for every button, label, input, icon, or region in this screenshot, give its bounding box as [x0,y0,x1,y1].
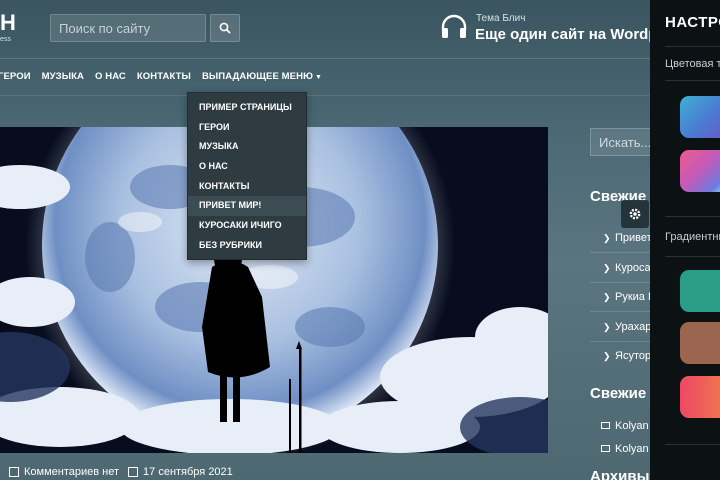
caret-down-icon: ▼ [314,74,322,81]
comment-icon [9,467,19,477]
nav-divider [0,95,660,96]
dropdown-menu: Пример страницы Герои Музыка О нас Конта… [187,92,307,260]
nav-item-heroes[interactable]: Герои [0,71,42,82]
search-input[interactable] [50,14,206,42]
sidebar-divider [590,252,652,253]
settings-toggle-button[interactable] [621,200,649,228]
nav-dropdown-label: Выпадающее меню [201,71,313,82]
nav-item-about[interactable]: О нас [95,71,137,82]
comment-icon [601,422,610,429]
recent-comment-author: Kolyan [615,420,649,432]
site-tagline: Тема Блич [476,13,526,24]
dropdown-item-music[interactable]: Музыка [188,137,306,157]
nav-item-music[interactable]: Музыка [42,71,95,82]
color-swatch-brown[interactable] [680,322,720,364]
sidebar-divider [590,341,652,342]
color-scheme-label: Цветовая тема [665,58,720,70]
gear-icon [629,208,641,220]
dropdown-item-sample-page[interactable]: Пример страницы [188,98,306,118]
logo-mark: H [0,10,16,35]
search-icon [219,22,231,34]
dropdown-item-hello-world[interactable]: Привет мир! [188,196,306,217]
post-comments[interactable]: Комментариев нет [24,466,119,478]
settings-title: НАСТРОЙКИ [665,14,720,31]
nav-item-contacts[interactable]: Контакты [137,71,202,82]
color-swatch-pink[interactable] [680,150,720,192]
sidebar-divider [590,282,652,283]
dropdown-item-about[interactable]: О нас [188,157,306,177]
search-button[interactable] [210,14,240,42]
color-swatch-red[interactable] [680,376,720,418]
recent-comment-item[interactable]: Kolyan [601,420,649,432]
chevron-right-icon: ❯ [603,233,611,243]
panel-divider [665,444,720,445]
panel-divider [665,46,720,47]
recent-comment-item[interactable]: Kolyan [601,443,649,455]
chevron-right-icon: ❯ [603,263,611,273]
panel-divider [665,80,720,81]
headphones-icon [441,14,467,38]
panel-divider [665,256,720,257]
site-logo[interactable]: H ess [0,10,20,44]
settings-panel: НАСТРОЙКИ Цветовая тема Градиентные [650,0,720,480]
nav-item-dropdown[interactable]: Выпадающее меню ▼ [202,71,333,82]
post-meta: Комментариев нет 17 сентября 2021 [0,466,233,478]
calendar-icon [128,467,139,477]
color-swatch-teal[interactable] [680,270,720,312]
sidebar-divider [590,311,652,312]
chevron-right-icon: ❯ [603,322,611,332]
panel-divider [665,216,720,217]
header-divider [0,58,660,59]
chevron-right-icon: ❯ [603,351,611,361]
chevron-right-icon: ❯ [603,292,611,302]
dropdown-item-uncategorized[interactable]: Без рубрики [188,236,306,256]
color-swatch-blue[interactable] [680,96,720,138]
post-date[interactable]: 17 сентября 2021 [143,466,233,478]
logo-subtitle: ess [0,36,11,43]
archives-title: Архивы [590,468,650,480]
recent-comment-author: Kolyan [615,443,649,455]
main-nav: Герои Музыка О нас Контакты Выпадающее м… [0,71,333,82]
dropdown-item-contacts[interactable]: Контакты [188,177,306,197]
gradient-label: Градиентные [665,231,720,243]
dropdown-item-heroes[interactable]: Герои [188,118,306,138]
dropdown-item-kurosaki[interactable]: Куросаки Ичиго [188,216,306,236]
comment-icon [601,445,610,452]
